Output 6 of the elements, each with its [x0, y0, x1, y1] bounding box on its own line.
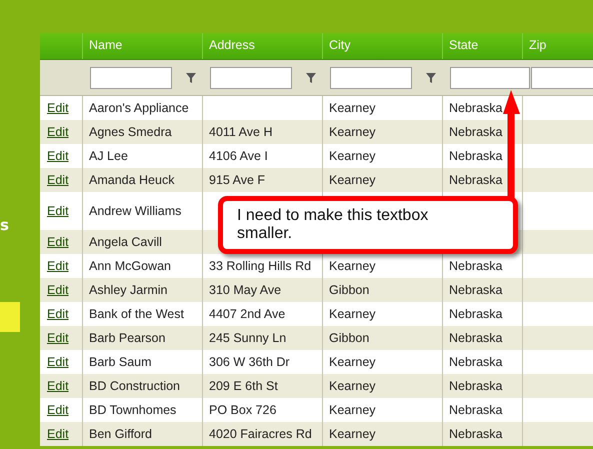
table-cell: Ben Gifford [82, 422, 202, 446]
table-cell: 4020 Fairacres Rd [202, 422, 322, 446]
table-cell: Nebraska [442, 422, 522, 446]
callout-tooltip: I need to make this textbox smaller. [218, 196, 518, 254]
table-cell: Kearney [322, 422, 442, 446]
sidebar-text: s [0, 216, 10, 234]
